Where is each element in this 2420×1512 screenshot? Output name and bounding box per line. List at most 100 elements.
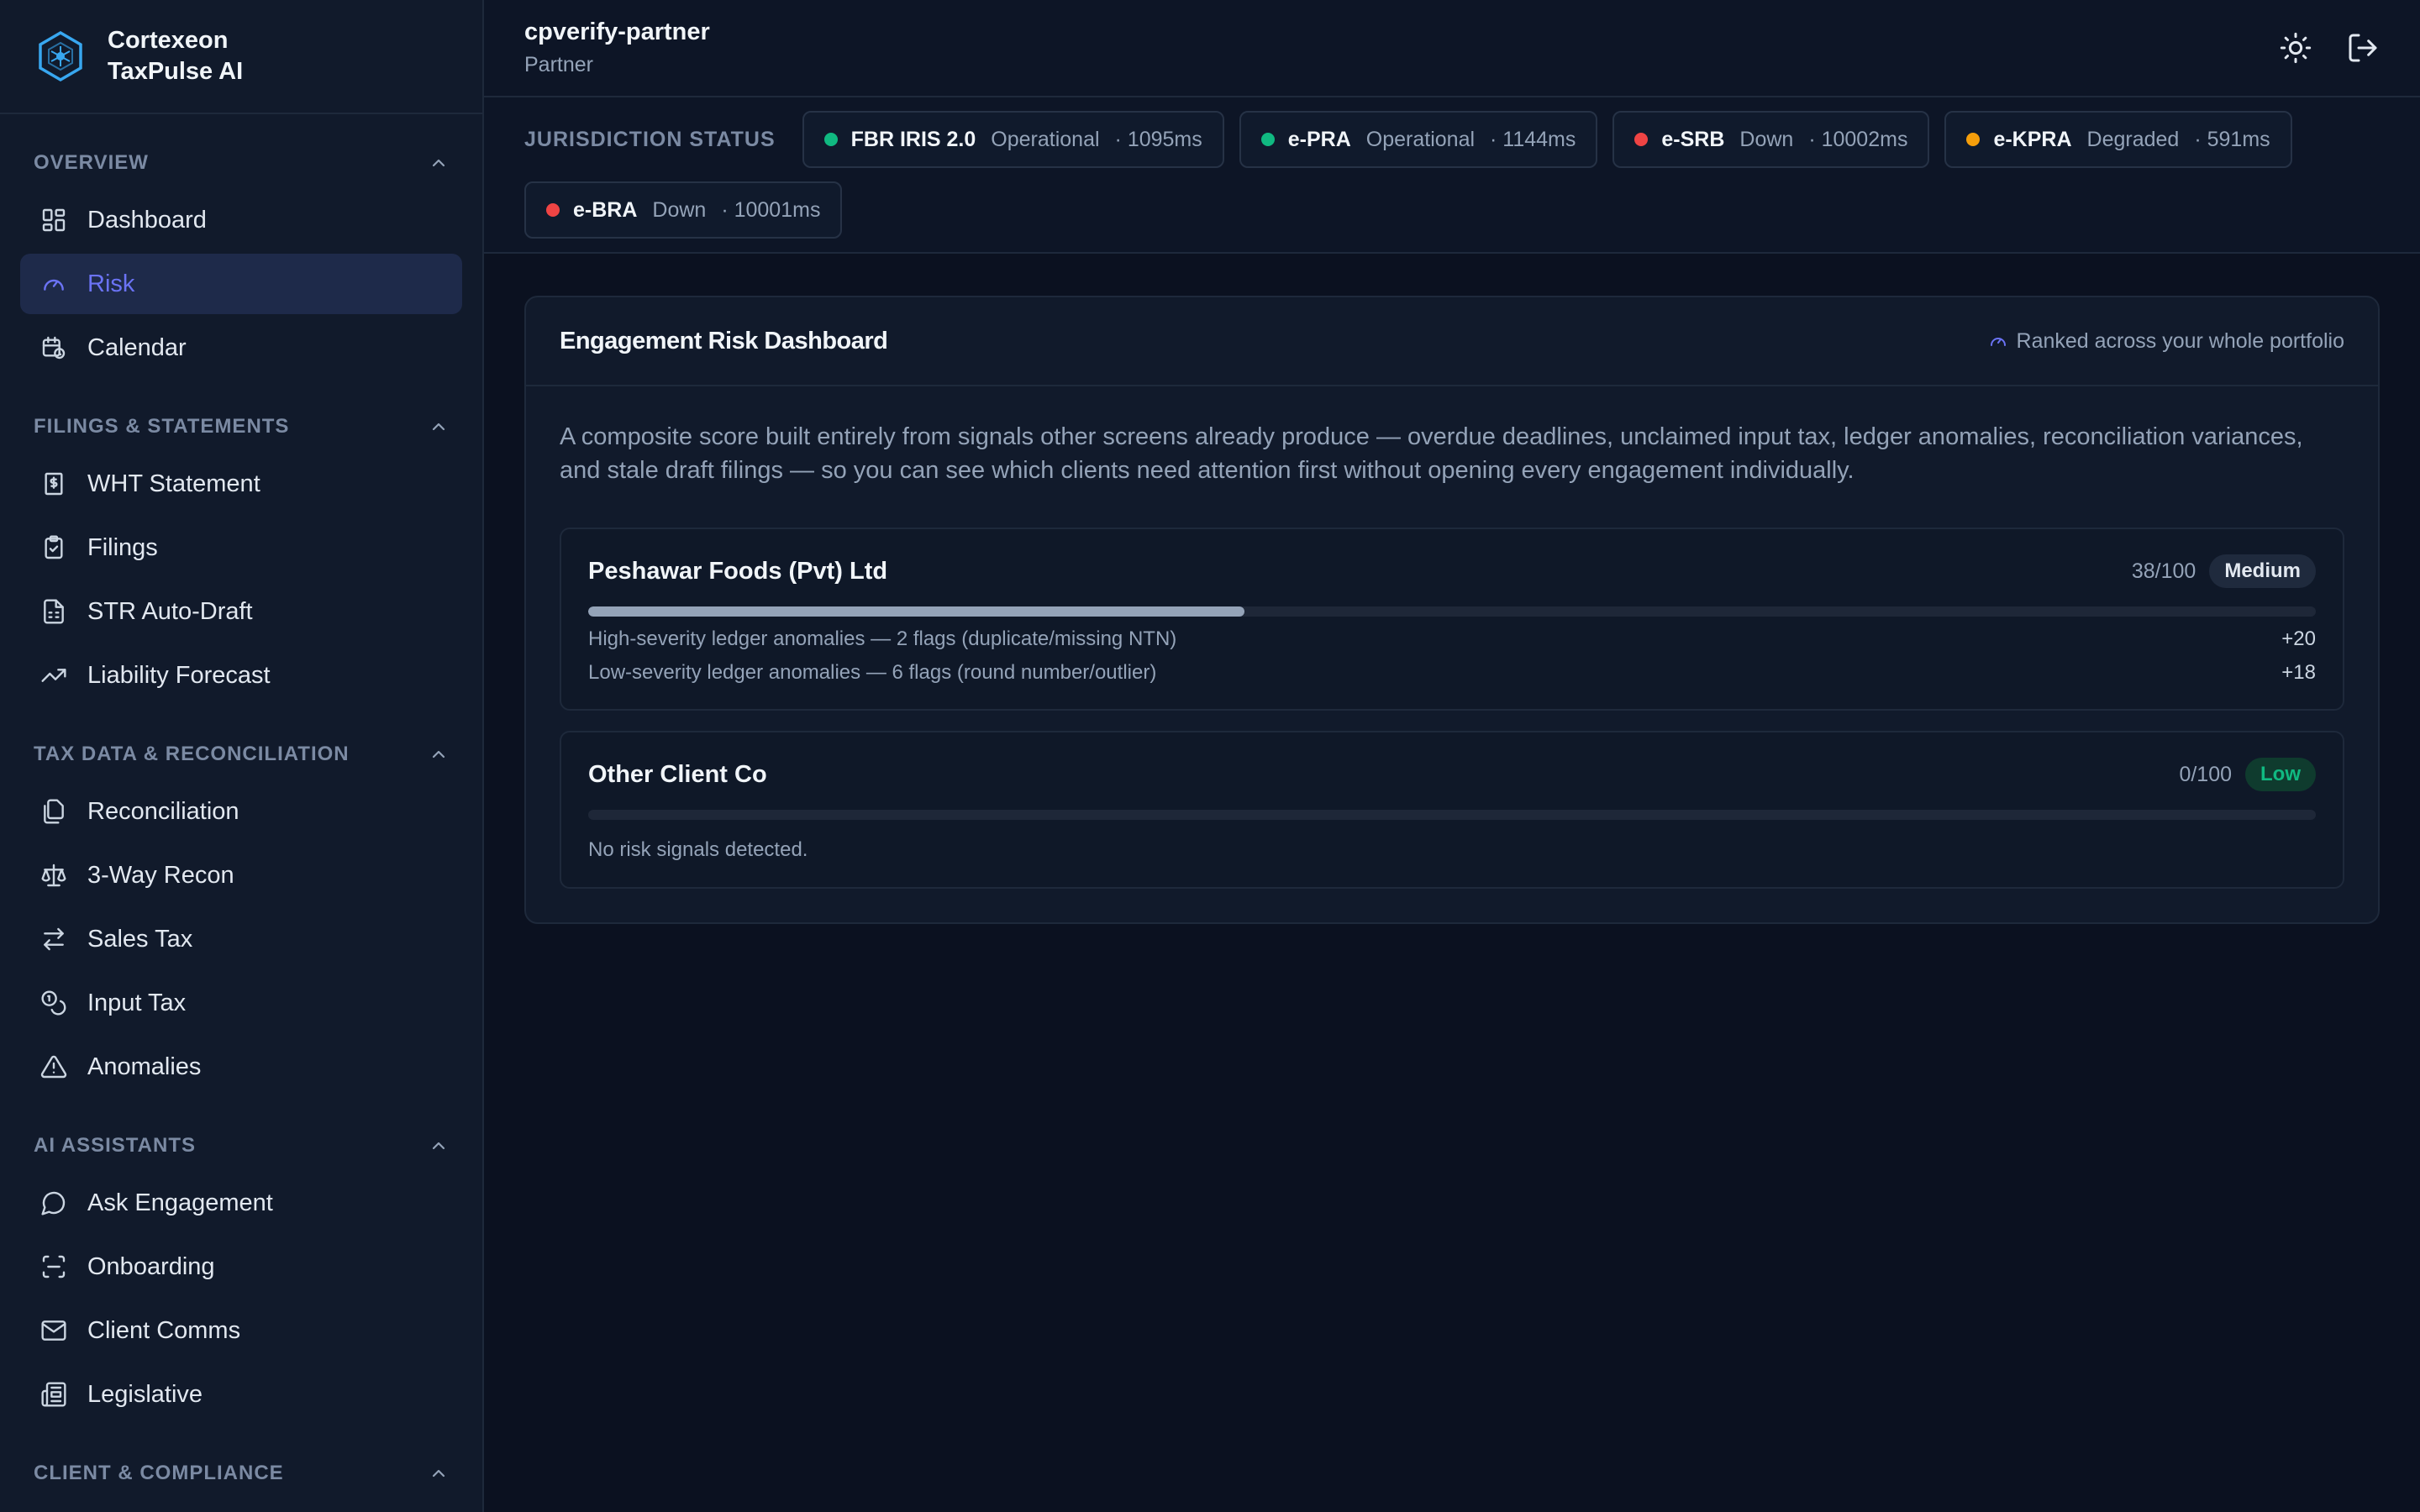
logout-icon[interactable] [2346,31,2380,65]
receipt-icon [45,472,63,496]
sidebar: Cortexeon TaxPulse AI OVERVIEW Dashboard R… [0,0,484,1512]
jurisdiction-latency: · 591ms [2194,127,2270,151]
risk-dashboard-card: Engagement Risk Dashboard Ranked across … [524,296,2380,924]
sidebar-item-dashboard[interactable]: Dashboard [20,190,462,250]
card-hint-text: Ranked across your whole portfolio [2016,328,2344,353]
sidebar-item-str-auto-draft[interactable]: STR Auto-Draft [20,581,462,642]
card-body: A composite score built entirely from si… [526,386,2378,922]
sidebar-item-liability-forecast[interactable]: Liability Forecast [20,645,462,706]
status-dot [546,203,560,217]
chat-bubble-icon [41,1191,66,1215]
sidebar-item-label: Onboarding [87,1252,215,1280]
sidebar-item-reconciliation[interactable]: Reconciliation [20,781,462,842]
sidebar-item-sales-tax[interactable]: Sales Tax [20,909,462,969]
top-actions [2279,31,2380,65]
jurisdiction-chip-e-bra[interactable]: e-BRA Down · 10001ms [524,181,843,239]
sidebar-item-label: Ask Engagement [87,1189,273,1216]
client-risk-row[interactable]: Peshawar Foods (Pvt) Ltd 38/100 Medium High… [560,528,2344,711]
jurisdiction-name: FBR IRIS 2.0 [850,127,976,151]
user-name: cpverify-partner [524,18,710,45]
chevron-up-icon[interactable] [429,417,449,437]
chevron-up-icon[interactable] [429,1136,449,1156]
sidebar-item-risk[interactable]: Risk [20,254,462,314]
risk-score: 38/100 [2131,559,2196,583]
sidebar-item-filings[interactable]: Filings [20,517,462,578]
nav-section-filings-statements: FILINGS & STATEMENTS WHT Statement Filings… [0,400,482,706]
risk-score-bar [588,606,2316,617]
status-dot [823,133,838,146]
chevron-up-icon[interactable] [429,153,449,173]
sidebar-item-label: Dashboard [87,206,207,234]
sidebar-item-label: Risk [87,270,135,297]
file-spreadsheet-icon [44,599,64,624]
section-title: AI ASSISTANTS [34,1134,197,1157]
section-header[interactable]: AI ASSISTANTS [20,1119,462,1173]
sidebar-item-legislative[interactable]: Legislative [20,1364,462,1425]
arrows-exchange-icon [44,927,64,951]
theme-toggle-sun-icon[interactable] [2279,31,2312,65]
client-list: Peshawar Foods (Pvt) Ltd 38/100 Medium High… [560,528,2344,889]
sidebar-item-label: WHT Statement [87,470,260,497]
user-info: cpverify-partner Partner [524,18,710,77]
sidebar-item-ask-engagement[interactable]: Ask Engagement [20,1173,462,1233]
brand[interactable]: Cortexeon TaxPulse AI [0,0,482,114]
jurisdiction-chip-e-kpra[interactable]: e-KPRA Degraded · 591ms [1944,111,2292,168]
sidebar-item-calendar[interactable]: Calendar [20,318,462,378]
brand-name-line1: Cortexeon [108,27,229,54]
sidebar-item-client-comms[interactable]: Client Comms [20,1300,462,1361]
section-title: CLIENT & COMPLIANCE [34,1462,284,1484]
jurisdiction-status-bar: JURISDICTION STATUS FBR IRIS 2.0 Operatio… [484,97,2420,254]
sidebar-item-input-tax[interactable]: Input Tax [20,973,462,1033]
status-dot [1966,133,1981,146]
card-description: A composite score built entirely from si… [560,423,2303,484]
chevron-up-icon[interactable] [429,744,449,764]
calendar-clock-icon [42,336,66,360]
clipboard-check-icon [45,535,63,559]
risk-level-badge: Low [2245,758,2316,791]
sidebar-item-label: Filings [87,533,158,561]
section-header[interactable]: CLIENT & COMPLIANCE [20,1446,462,1500]
client-risk-row[interactable]: Other Client Co 0/100 Low No risk signals d… [560,731,2344,889]
section-header[interactable]: OVERVIEW [20,136,462,190]
sidebar-item-label: Input Tax [87,989,187,1016]
risk-score-bar [588,810,2316,820]
brand-name-line2: TaxPulse AI [108,58,244,85]
main-area: cpverify-partner Partner JURISDICTION ST… [484,0,2420,1512]
sidebar-item-anomalies[interactable]: Anomalies [20,1037,462,1097]
jurisdiction-chip-fbr-iris-2-0[interactable]: FBR IRIS 2.0 Operational · 1095ms [802,111,1224,168]
gauge-icon [1990,338,2006,346]
client-score: 0/100 Low [2179,758,2316,791]
sidebar-item-3-way-recon[interactable]: 3-Way Recon [20,845,462,906]
nav-section-tax-data-reconciliation: TAX DATA & RECONCILIATION Reconciliation 3… [0,727,482,1097]
user-role: Partner [524,53,593,76]
scale-icon [41,864,66,887]
sidebar-item-label: Legislative [87,1380,203,1408]
jurisdiction-name: e-SRB [1661,127,1725,151]
sidebar-item-onboarding[interactable]: Onboarding [20,1236,462,1297]
section-title: FILINGS & STATEMENTS [34,415,290,438]
sidebar-item-label: Sales Tax [87,925,193,953]
sidebar-item-label: Reconciliation [87,797,239,825]
risk-signal-points: +18 [2281,661,2316,684]
files-icon [44,799,64,824]
jurisdiction-chip-e-pra[interactable]: e-PRA Operational · 1144ms [1239,111,1598,168]
chevron-up-icon[interactable] [429,1463,449,1483]
sidebar-item-wht-statement[interactable]: WHT Statement [20,454,462,514]
section-header[interactable]: TAX DATA & RECONCILIATION [20,727,462,781]
jurisdiction-state: Down [652,197,707,222]
jurisdiction-state: Operational [1365,127,1476,151]
sidebar-item-label: Liability Forecast [87,661,271,689]
client-score: 38/100 Medium [2132,554,2316,588]
jurisdiction-latency: · 1144ms [1490,127,1576,151]
scan-icon [42,1255,66,1278]
mail-icon [41,1320,66,1341]
jurisdiction-chip-e-srb[interactable]: e-SRB Down · 10002ms [1612,111,1930,168]
brand-logo-icon [39,30,82,82]
dashboard-icon [42,208,66,232]
section-header[interactable]: FILINGS & STATEMENTS [20,400,462,454]
risk-level-badge: Medium [2209,554,2316,588]
status-dot [1634,133,1649,146]
jurisdiction-name: e-PRA [1287,127,1351,151]
client-name: Other Client Co [588,760,767,788]
status-dot [1260,133,1275,146]
